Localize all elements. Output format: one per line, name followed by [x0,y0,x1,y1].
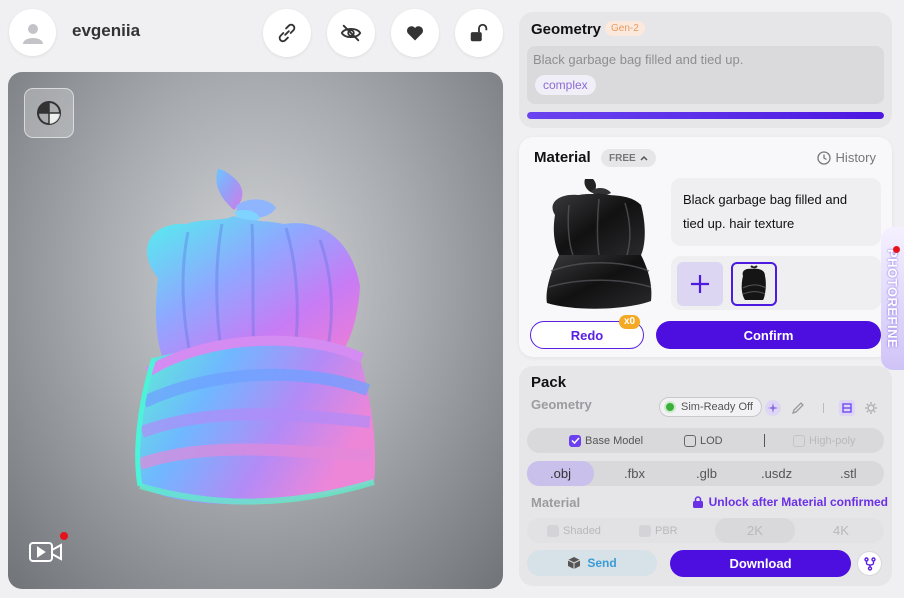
geometry-progress-fill [527,112,884,119]
options-divider [764,434,765,447]
shaded-option: Shaded [547,518,601,543]
recording-indicator [60,532,68,540]
sim-ready-toggle[interactable]: Sim-Ready Off [659,397,762,417]
format-obj[interactable]: .obj [527,461,594,486]
pack-panel: Pack Geometry Sim-Ready Off Base Model L… [519,366,892,586]
lod-label: LOD [700,434,723,447]
checkbox-disabled-icon [639,524,651,537]
sparkle-icon[interactable] [765,400,781,416]
checkbox-disabled-icon [547,524,559,537]
confirm-button[interactable]: Confirm [656,321,881,349]
pack-geometry-label: Geometry [531,397,592,412]
unlock-notice-text: Unlock after Material confirmed [708,495,888,509]
reference-images [671,256,881,310]
cube-icon [568,557,581,569]
geometry-panel: Geometry Gen-2 Black garbage bag filled … [519,12,892,128]
username: evgeniia [72,21,141,40]
toolbar-divider [823,403,824,413]
format-stl[interactable]: .stl [840,461,857,486]
grid-icon[interactable] [839,400,855,416]
avatar[interactable] [9,9,56,56]
base-model-option[interactable]: Base Model [569,428,643,453]
gen-badge: Gen-2 [605,21,645,36]
share-link-button[interactable] [263,9,311,57]
free-badge[interactable]: FREE [601,149,656,167]
garbage-bag-model [135,169,376,505]
garbage-bag-thumbnail [741,265,767,300]
checkbox-checked-icon [569,434,581,447]
checkbox-disabled-icon [793,434,805,447]
high-poly-option: High-poly [793,428,855,453]
free-badge-label: FREE [609,152,636,164]
user-icon [22,23,43,44]
pack-material-label: Material [531,495,581,510]
redo-count-badge: x0 [619,315,641,329]
material-preview-image [546,179,652,309]
link-icon [278,23,296,43]
fork-icon [863,556,876,571]
unlock-notice: Unlock after Material confirmed [692,495,888,509]
format-fbx[interactable]: .fbx [624,461,645,486]
material-panel: Material FREE History Black garbage bag … [519,137,892,357]
geometry-title: Geometry [531,21,602,38]
settings-icon[interactable] [864,401,878,415]
geometry-prompt-text: Black garbage bag filled and tied up. [533,52,744,67]
lock-icon [692,496,703,508]
sim-ready-label: Sim-Ready Off [681,401,753,413]
history-button[interactable]: History [816,150,876,165]
chevron-up-icon [640,155,648,161]
pie-chart-icon [37,101,61,125]
record-video-button[interactable] [27,537,65,567]
format-glb[interactable]: .glb [696,461,717,486]
shaded-label: Shaded [563,524,601,537]
format-usdz[interactable]: .usdz [761,461,792,486]
complexity-tag[interactable]: complex [535,75,596,95]
fork-button[interactable] [857,551,882,576]
plus-icon [691,275,709,293]
send-label: Send [587,556,617,570]
download-button[interactable]: Download [670,550,851,577]
favorite-button[interactable] [391,9,439,57]
add-reference-button[interactable] [677,262,723,306]
sim-ready-status-icon [664,401,676,413]
material-options: Shaded PBR 2K 4K [527,518,884,543]
lock-toggle-button[interactable] [455,9,503,57]
eye-off-icon [340,24,362,42]
geometry-prompt-box[interactable]: Black garbage bag filled and tied up. co… [527,46,884,104]
base-model-label: Base Model [585,434,644,447]
pbr-option: PBR [639,518,678,543]
heart-icon [406,26,424,41]
pbr-label: PBR [655,524,678,537]
unlock-icon [470,23,488,42]
video-camera-icon [29,542,62,562]
send-button[interactable]: Send [527,550,657,576]
format-selector: .obj .fbx .glb .usdz .stl [527,461,884,486]
history-label: History [835,150,876,165]
resolution-4k: 4K [833,523,849,538]
geometry-options: Base Model LOD High-poly [527,428,884,453]
clock-icon [816,150,831,165]
reference-thumbnail[interactable] [731,262,777,306]
high-poly-label: High-poly [809,434,856,447]
visibility-button[interactable] [327,9,375,57]
photo-refine-label: PHOTOREFINE [885,248,900,349]
lod-option[interactable]: LOD [684,428,723,453]
pack-title: Pack [531,374,567,391]
resolution-2k: 2K [715,518,795,543]
edit-icon[interactable] [791,401,805,415]
photo-refine-indicator [893,246,900,253]
geometry-progress-bar [527,112,884,119]
material-title: Material [534,149,591,166]
checkbox-unchecked-icon [684,434,696,447]
material-prompt-box[interactable]: Black garbage bag filled and tied up. ha… [671,178,881,246]
3d-viewport[interactable] [8,72,503,589]
view-mode-button[interactable] [24,88,74,138]
